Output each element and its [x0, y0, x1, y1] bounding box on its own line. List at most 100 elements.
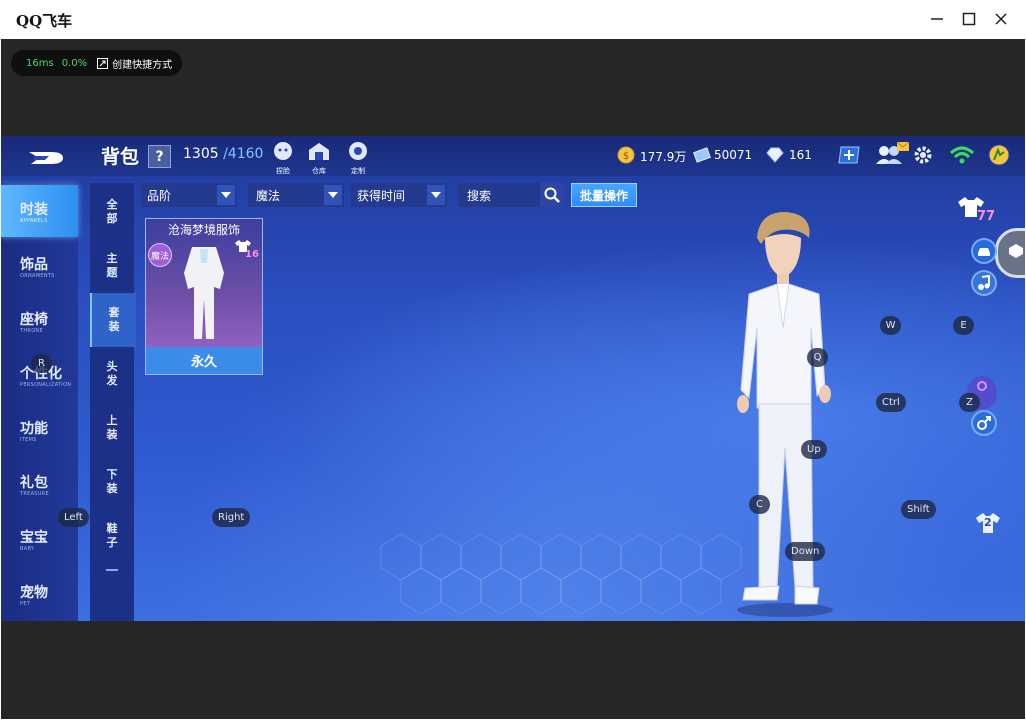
- nav-pet[interactable]: 宠物 PET: [1, 568, 78, 620]
- subnav-theme-label: 主题: [106, 252, 118, 279]
- game-logo-icon: [29, 152, 63, 164]
- ping-text: 16ms: [26, 57, 54, 69]
- camera-toggle-button[interactable]: [995, 228, 1025, 278]
- music-button[interactable]: [971, 270, 997, 296]
- help-button[interactable]: ?: [148, 145, 171, 168]
- window-titlebar: QQ飞车: [0, 0, 1026, 40]
- wardrobe-button[interactable]: 77: [957, 196, 995, 228]
- nav-throne-sub: THRONE: [20, 328, 43, 334]
- subnav-suit[interactable]: 套装: [90, 293, 136, 347]
- wardrobe-count: 77: [977, 209, 996, 224]
- key-hint-right: Right: [212, 508, 251, 527]
- customize-button[interactable]: 定制: [346, 140, 370, 175]
- type-dropdown-label: 魔法: [256, 188, 281, 203]
- item-level: 16: [245, 249, 259, 260]
- nav-throne-label: 座椅: [20, 312, 48, 328]
- outfit-slot-number: 2: [984, 516, 992, 529]
- item-duration: 永久: [146, 347, 262, 374]
- nav-pet-sub: PET: [20, 601, 31, 607]
- avatar-button[interactable]: [988, 144, 1010, 166]
- warehouse-icon: [309, 143, 329, 160]
- key-hint-z: Z: [959, 393, 980, 412]
- friends-button[interactable]: [875, 141, 911, 168]
- close-button[interactable]: [987, 6, 1015, 32]
- page-title: 背包: [101, 146, 140, 168]
- window-title: QQ飞车: [16, 12, 73, 30]
- maximize-button[interactable]: [955, 6, 983, 32]
- nav-treasure[interactable]: 礼包 TREASURE: [1, 458, 78, 510]
- sort-dropdown-label: 获得时间: [357, 188, 406, 203]
- subnav-hair[interactable]: 头发: [90, 347, 134, 401]
- item-tag-badge: 魔法: [148, 243, 172, 267]
- subnav-hair-label: 头发: [106, 360, 118, 387]
- character-model: [737, 212, 833, 617]
- grade-dropdown[interactable]: 品阶: [141, 183, 237, 207]
- face-edit-button[interactable]: 捏脸: [271, 140, 295, 175]
- vouchers-value: 50071: [714, 148, 753, 162]
- subnav-bottom[interactable]: 下装: [90, 455, 134, 509]
- key-hint-q: Q: [807, 348, 828, 367]
- vehicle-button[interactable]: [971, 238, 997, 264]
- diamonds-value: 161: [789, 148, 812, 162]
- type-dropdown[interactable]: 魔法: [248, 183, 344, 207]
- nav-treasure-label: 礼包: [20, 475, 48, 491]
- subnav-top[interactable]: 上装: [90, 401, 134, 455]
- capacity-used: 1305: [183, 146, 219, 162]
- search-input[interactable]: 搜索: [458, 183, 540, 207]
- hex-floor-pattern: [380, 533, 742, 615]
- gear-icon: [914, 146, 932, 164]
- item-card[interactable]: 沧海梦境服饰 魔法 16 永久: [145, 218, 263, 375]
- coins-value: 177.9万: [640, 150, 687, 164]
- batch-operation-button[interactable]: 批量操作: [571, 183, 637, 207]
- nav-ornaments-label: 饰品: [20, 257, 48, 273]
- search-button[interactable]: [540, 183, 564, 207]
- avatar-icon: [988, 144, 1010, 166]
- chevron-down-icon: [324, 185, 342, 205]
- sort-dropdown[interactable]: 获得时间: [351, 183, 447, 207]
- subnav-more-indicator: [106, 569, 118, 571]
- key-hint-c: C: [749, 495, 770, 514]
- shortcut-icon: [97, 57, 109, 69]
- nav-treasure-sub: TREASURE: [20, 491, 49, 497]
- face-edit-label: 捏脸: [276, 167, 290, 175]
- settings-button[interactable]: [913, 145, 933, 165]
- subnav-top-label: 上装: [106, 414, 118, 441]
- search-icon: [544, 187, 560, 203]
- key-hint-e: E: [953, 316, 974, 335]
- nav-ornaments-sub: ORNAMENTS: [20, 273, 55, 279]
- game-viewport: 背包 ? 1305 /4160 捏脸 仓库 定制 $ 177.9万 50071 …: [1, 136, 1025, 621]
- music-note-icon: [978, 274, 990, 290]
- add-currency-button[interactable]: [837, 145, 861, 165]
- svg-text:$: $: [623, 151, 629, 162]
- nav-pet-label: 宠物: [20, 585, 48, 601]
- status-pill: 16ms 0.0% 创建快捷方式: [11, 50, 182, 76]
- chevron-down-icon: [217, 185, 235, 205]
- subnav-suit-label: 套装: [108, 306, 120, 333]
- nav-items[interactable]: 功能 ITEMS: [1, 404, 78, 456]
- coin-icon: $: [617, 146, 635, 164]
- subnav-shoes-label: 鞋子: [106, 522, 118, 549]
- nav-apparels-label: 时装: [20, 202, 48, 218]
- maximize-icon: [962, 12, 976, 26]
- car-icon: [978, 248, 990, 256]
- key-hint-down: Down: [785, 542, 826, 561]
- minimize-button[interactable]: [923, 6, 951, 32]
- female-icon: [977, 381, 987, 391]
- male-button[interactable]: [971, 410, 997, 436]
- key-hint-shift: Shift: [901, 500, 936, 519]
- nav-baby-sub: BABY: [20, 546, 35, 552]
- subnav-shoes[interactable]: 鞋子: [90, 509, 134, 563]
- subnav-all-label: 全部: [106, 198, 118, 225]
- subnav-theme[interactable]: 主题: [90, 239, 134, 293]
- sub-nav: 全部 主题 套装 头发 上装 下装 鞋子: [90, 183, 136, 621]
- warehouse-button[interactable]: 仓库: [307, 140, 331, 175]
- outfit-slot-button[interactable]: 2: [975, 512, 1001, 538]
- nav-apparels[interactable]: 时装 APPARELS: [1, 185, 78, 237]
- nav-personalization-sub: PERSONALIZATION: [20, 382, 72, 388]
- shortcut-button[interactable]: 创建快捷方式: [97, 56, 172, 71]
- voucher-icon: [693, 147, 711, 163]
- subnav-all[interactable]: 全部: [90, 185, 134, 239]
- shortcut-label: 创建快捷方式: [112, 59, 173, 71]
- nav-throne[interactable]: 座椅 THRONE: [1, 295, 78, 347]
- nav-ornaments[interactable]: 饰品 ORNAMENTS: [1, 240, 78, 292]
